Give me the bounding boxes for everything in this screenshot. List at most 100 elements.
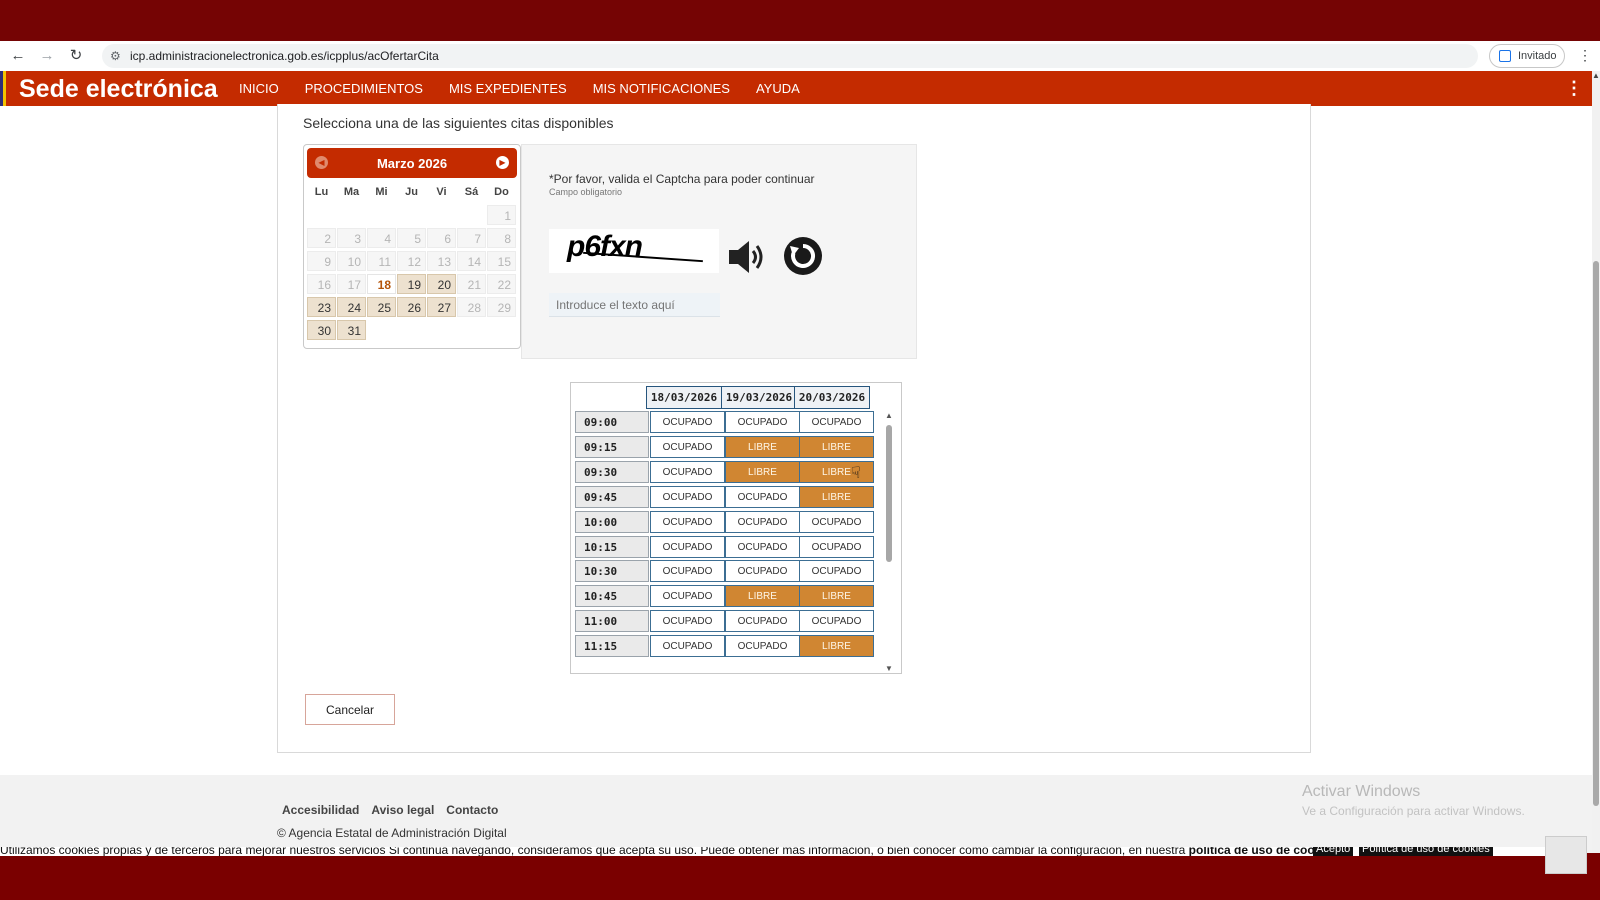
- forward-icon[interactable]: →: [37, 46, 57, 66]
- slot-time: 10:00: [575, 510, 649, 533]
- calendar-weekday: Sá: [464, 186, 479, 198]
- profile-chip[interactable]: Invitado: [1489, 44, 1565, 68]
- calendar-day[interactable]: 31: [337, 320, 366, 340]
- nav-mis-expedientes[interactable]: MIS EXPEDIENTES: [449, 81, 567, 96]
- scroll-up-icon[interactable]: ▲: [885, 411, 893, 420]
- slot-libre[interactable]: LIBRE: [725, 460, 800, 483]
- calendar-day: 22: [487, 274, 516, 294]
- slot-ocupado: OCUPADO: [799, 411, 874, 433]
- calendar-next-icon[interactable]: ▶: [496, 156, 509, 169]
- header-menu-icon[interactable]: ⋮: [1565, 78, 1583, 99]
- slot-time: 09:30: [575, 460, 649, 483]
- nav-mis-notificaciones[interactable]: MIS NOTIFICACIONES: [593, 81, 730, 96]
- footer-link-aviso-legal[interactable]: Aviso legal: [371, 803, 434, 817]
- calendar-day: 4: [367, 228, 396, 248]
- calendar-day: 8: [487, 228, 516, 248]
- calendar-empty-cell: [427, 320, 456, 340]
- cookie-policy-button[interactable]: Política de uso de cookies: [1359, 847, 1493, 856]
- nav-inicio[interactable]: INICIO: [239, 81, 279, 96]
- slot-ocupado: OCUPADO: [725, 411, 800, 433]
- calendar-day: 29: [487, 297, 516, 317]
- scroll-down-icon[interactable]: ▼: [885, 664, 893, 673]
- url-field[interactable]: ⚙ icp.administracionelectronica.gob.es/i…: [102, 44, 1478, 68]
- footer: Accesibilidad Aviso legal Contacto © Age…: [0, 775, 1592, 853]
- slot-libre[interactable]: LIBRE: [799, 460, 874, 483]
- slot-libre[interactable]: LIBRE: [799, 585, 874, 608]
- flag-stripe: [0, 71, 10, 106]
- slot-ocupado: OCUPADO: [725, 510, 800, 533]
- slot-time: 11:00: [575, 610, 649, 633]
- cookie-accept-button[interactable]: Acepto: [1313, 847, 1354, 856]
- slot-ocupado: OCUPADO: [650, 510, 725, 533]
- calendar: ◀ Marzo 2026 ▶ Lu Ma Mi Ju Vi Sá Do 1 2 3 4 5 6 7 8 9 10…: [303, 144, 521, 349]
- calendar-day[interactable]: 25: [367, 297, 396, 317]
- cookie-message: Utilizamos cookies propias y de terceros…: [0, 847, 1186, 856]
- slot-ocupado: OCUPADO: [725, 635, 800, 658]
- footer-link-contacto[interactable]: Contacto: [446, 803, 498, 817]
- slot-ocupado: OCUPADO: [650, 560, 725, 583]
- slot-ocupado: OCUPADO: [650, 610, 725, 633]
- slot-ocupado: OCUPADO: [725, 560, 800, 583]
- slot-time: 09:15: [575, 435, 649, 458]
- cancel-button[interactable]: Cancelar: [305, 694, 395, 725]
- calendar-day: 14: [457, 251, 486, 271]
- intro-text: Selecciona una de las siguientes citas d…: [303, 115, 614, 131]
- slot-libre[interactable]: LIBRE: [725, 435, 800, 458]
- site-brand[interactable]: Sede electrónica: [19, 75, 218, 104]
- slot-libre[interactable]: LIBRE: [799, 485, 874, 508]
- slot-ocupado: OCUPADO: [725, 535, 800, 558]
- slot-time: 10:45: [575, 585, 649, 608]
- browser-address-bar: ← → ↻ ⚙ icp.administracionelectronica.go…: [0, 41, 1600, 71]
- calendar-day: 7: [457, 228, 486, 248]
- calendar-empty-cell: [427, 205, 456, 225]
- slot-time: 09:45: [575, 485, 649, 508]
- slot-libre[interactable]: LIBRE: [725, 585, 800, 608]
- calendar-empty-cell: [457, 320, 486, 340]
- refresh-icon[interactable]: [784, 237, 822, 275]
- slot-ocupado: OCUPADO: [650, 635, 725, 658]
- cookie-text: Utilizamos cookies propias y de terceros…: [0, 847, 1338, 856]
- slots-date-header: 19/03/2026: [721, 386, 797, 409]
- calendar-day[interactable]: 23: [307, 297, 336, 317]
- calendar-empty-cell: [367, 320, 396, 340]
- calendar-day: 28: [457, 297, 486, 317]
- slot-ocupado: OCUPADO: [799, 510, 874, 533]
- calendar-day: 16: [307, 274, 336, 294]
- captcha-input[interactable]: [549, 293, 720, 317]
- slots-scroll-thumb[interactable]: [886, 425, 892, 562]
- calendar-day[interactable]: 30: [307, 320, 336, 340]
- speaker-icon[interactable]: [727, 237, 767, 277]
- calendar-weekday: Mi: [375, 186, 388, 198]
- calendar-day[interactable]: 26: [397, 297, 426, 317]
- page-scrollbar[interactable]: ▲: [1592, 71, 1600, 853]
- nav-ayuda[interactable]: AYUDA: [756, 81, 800, 96]
- reload-icon[interactable]: ↻: [66, 46, 86, 66]
- site-settings-icon[interactable]: ⚙: [110, 48, 126, 64]
- calendar-day: 21: [457, 274, 486, 294]
- calendar-day[interactable]: 19: [397, 274, 426, 294]
- calendar-weekday: Ju: [405, 186, 418, 198]
- page-scroll-thumb[interactable]: [1593, 261, 1599, 806]
- calendar-day: 17: [337, 274, 366, 294]
- calendar-weekday: Ma: [343, 186, 360, 198]
- slots-scrollbar[interactable]: ▲ ▼: [884, 411, 894, 673]
- slot-libre[interactable]: LIBRE: [799, 635, 874, 658]
- captcha-box: *Por favor, valida el Captcha para poder…: [521, 144, 917, 359]
- calendar-empty-cell: [487, 320, 516, 340]
- browser-menu-icon[interactable]: ⋮: [1578, 47, 1592, 64]
- calendar-day[interactable]: 24: [337, 297, 366, 317]
- slot-time: 11:15: [575, 635, 649, 658]
- calendar-day: 5: [397, 228, 426, 248]
- footer-link-accesibilidad[interactable]: Accesibilidad: [282, 803, 359, 817]
- nav-procedimientos[interactable]: PROCEDIMIENTOS: [305, 81, 423, 96]
- calendar-empty-cell: [307, 205, 336, 225]
- captcha-image: p6fxn: [549, 229, 719, 273]
- calendar-day: 10: [337, 251, 366, 271]
- footer-links: Accesibilidad Aviso legal Contacto: [282, 803, 510, 817]
- calendar-day[interactable]: 18: [367, 274, 396, 294]
- calendar-day[interactable]: 27: [427, 297, 456, 317]
- calendar-day[interactable]: 20: [427, 274, 456, 294]
- page-scroll-up-icon[interactable]: ▲: [1592, 71, 1600, 80]
- slot-libre[interactable]: LIBRE: [799, 435, 874, 458]
- back-icon[interactable]: ←: [8, 46, 28, 66]
